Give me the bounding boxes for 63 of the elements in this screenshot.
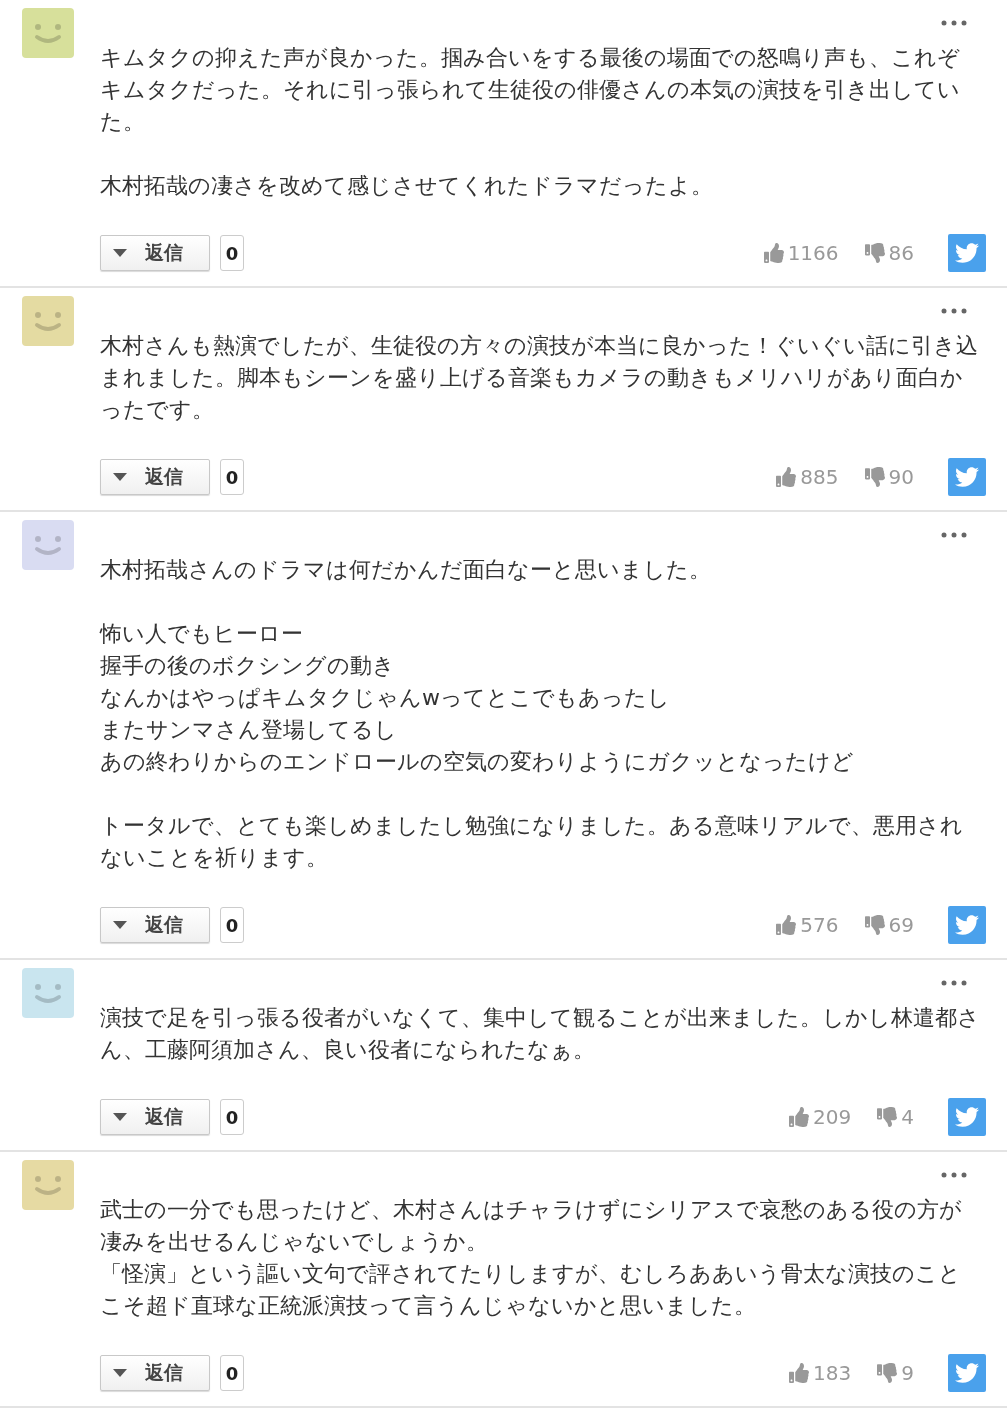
thumbs-down-icon[interactable] (877, 1107, 898, 1127)
more-icon[interactable] (941, 308, 967, 314)
thumbs-down-icon[interactable] (877, 1363, 898, 1383)
like-count: 576 (800, 913, 839, 937)
thumbs-down-icon[interactable] (864, 467, 885, 487)
reply-count: 0 (220, 1099, 244, 1135)
comment-text: なんかはやっぱキムタクじゃんwってとこでもあったし (100, 684, 671, 712)
caret-icon (113, 1113, 127, 1121)
reply-button[interactable]: 返信 (100, 459, 210, 495)
dislike-count: 69 (888, 913, 914, 937)
like-count: 1166 (787, 241, 839, 265)
caret-icon (113, 249, 127, 257)
reply-count: 0 (220, 907, 244, 943)
thumbs-up-icon[interactable] (789, 1363, 810, 1383)
bird-icon (955, 1105, 979, 1129)
comment-text: キムタクの抑えた声が良かった。掴み合いをする最後の場面での怒鳴り声も、これぞキムタクだった。それに引っ張られて生徒役の俳優さんの本気の演技を引き出していた。 (100, 44, 961, 136)
twitter-share-button[interactable] (948, 1098, 986, 1136)
reply-count: 0 (220, 1355, 244, 1391)
thumbs-down-icon[interactable] (864, 915, 885, 935)
comment-text: 握手の後のボクシングの動き (100, 652, 396, 680)
reply-button[interactable]: 返信 (100, 235, 210, 271)
comment-text: トータルで、とても楽しめましたし勉強になりました。ある意味リアルで、悪用されないことを祈ります。 (100, 812, 964, 872)
reply-count: 0 (220, 235, 244, 271)
dislike-count: 86 (888, 241, 914, 265)
caret-icon (113, 921, 127, 929)
more-icon[interactable] (941, 980, 967, 986)
reply-button[interactable]: 返信 (100, 1099, 210, 1135)
comment-text: 怖い人でもヒーロー (100, 620, 304, 648)
dislike-count: 4 (901, 1105, 914, 1129)
comment-text: 木村拓哉さんのドラマは何だかんだ面白なーと思いました。 (100, 556, 712, 584)
comment-text: 演技で足を引っ張る役者がいなくて、集中して観ることが出来ました。しかし林遣都さん、工藤阿須加さん、良い役者になられたなぁ。 (100, 1004, 980, 1064)
comment-text: またサンマさん登場してるし (100, 716, 398, 744)
dislike-count: 90 (888, 465, 914, 489)
caret-icon (113, 473, 127, 481)
twitter-share-button[interactable] (948, 458, 986, 496)
twitter-share-button[interactable] (948, 234, 986, 272)
reply-count: 0 (220, 459, 244, 495)
thumbs-up-icon[interactable] (763, 243, 784, 263)
comment-text: 武士の一分でも思ったけど、木村さんはチャラけずにシリアスで哀愁のある役の方が凄みを出せるんじゃないでしょうか。 (100, 1196, 963, 1256)
bird-icon (955, 1361, 979, 1385)
twitter-share-button[interactable] (948, 1354, 986, 1392)
like-count: 183 (813, 1361, 852, 1385)
bird-icon (955, 465, 979, 489)
twitter-share-button[interactable] (948, 906, 986, 944)
dislike-count: 9 (901, 1361, 914, 1385)
comment-text: 木村さんも熱演でしたが、生徒役の方々の演技が本当に良かった！ぐいぐい話に引き込まれました。脚本もシーンを盛り上げる音楽もカメラの動きもメリハリがあり面白かったです。 (100, 332, 979, 424)
like-count: 885 (800, 465, 839, 489)
bird-icon (955, 913, 979, 937)
reply-button[interactable]: 返信 (100, 907, 210, 943)
thumbs-down-icon[interactable] (864, 243, 885, 263)
bird-icon (955, 241, 979, 265)
reply-button[interactable]: 返信 (100, 1355, 210, 1391)
caret-icon (113, 1369, 127, 1377)
more-icon[interactable] (941, 20, 967, 26)
comment-text: 木村拓哉の凄さを改めて感じさせてくれたドラマだったよ。 (100, 172, 714, 200)
thumbs-up-icon[interactable] (776, 915, 797, 935)
thumbs-up-icon[interactable] (776, 467, 797, 487)
more-icon[interactable] (941, 532, 967, 538)
more-icon[interactable] (941, 1172, 967, 1178)
comment-text: あの終わりからのエンドロールの空気の変わりようにガクッとなったけど (100, 748, 855, 776)
comment-text: 「怪演」という謳い文句で評されてたりしますが、むしろああいう骨太な演技のことこそ超ド直球な正統派演技って言うんじゃないかと思いました。 (100, 1260, 962, 1320)
like-count: 209 (813, 1105, 852, 1129)
thumbs-up-icon[interactable] (789, 1107, 810, 1127)
